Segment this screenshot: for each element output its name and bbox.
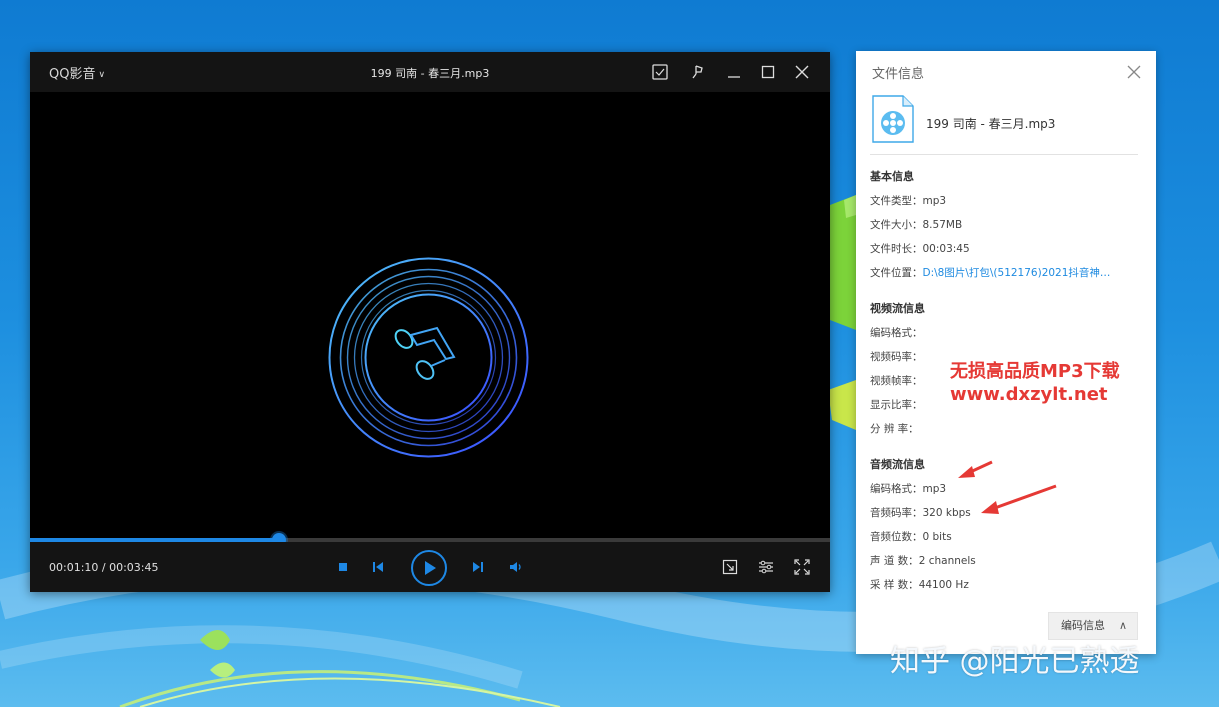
annotation-arrows [958, 460, 1057, 514]
watermark: 知乎 @阳光已熟透 [890, 644, 1140, 679]
arrow-icon [958, 460, 993, 478]
arrow-icon [981, 484, 1057, 514]
